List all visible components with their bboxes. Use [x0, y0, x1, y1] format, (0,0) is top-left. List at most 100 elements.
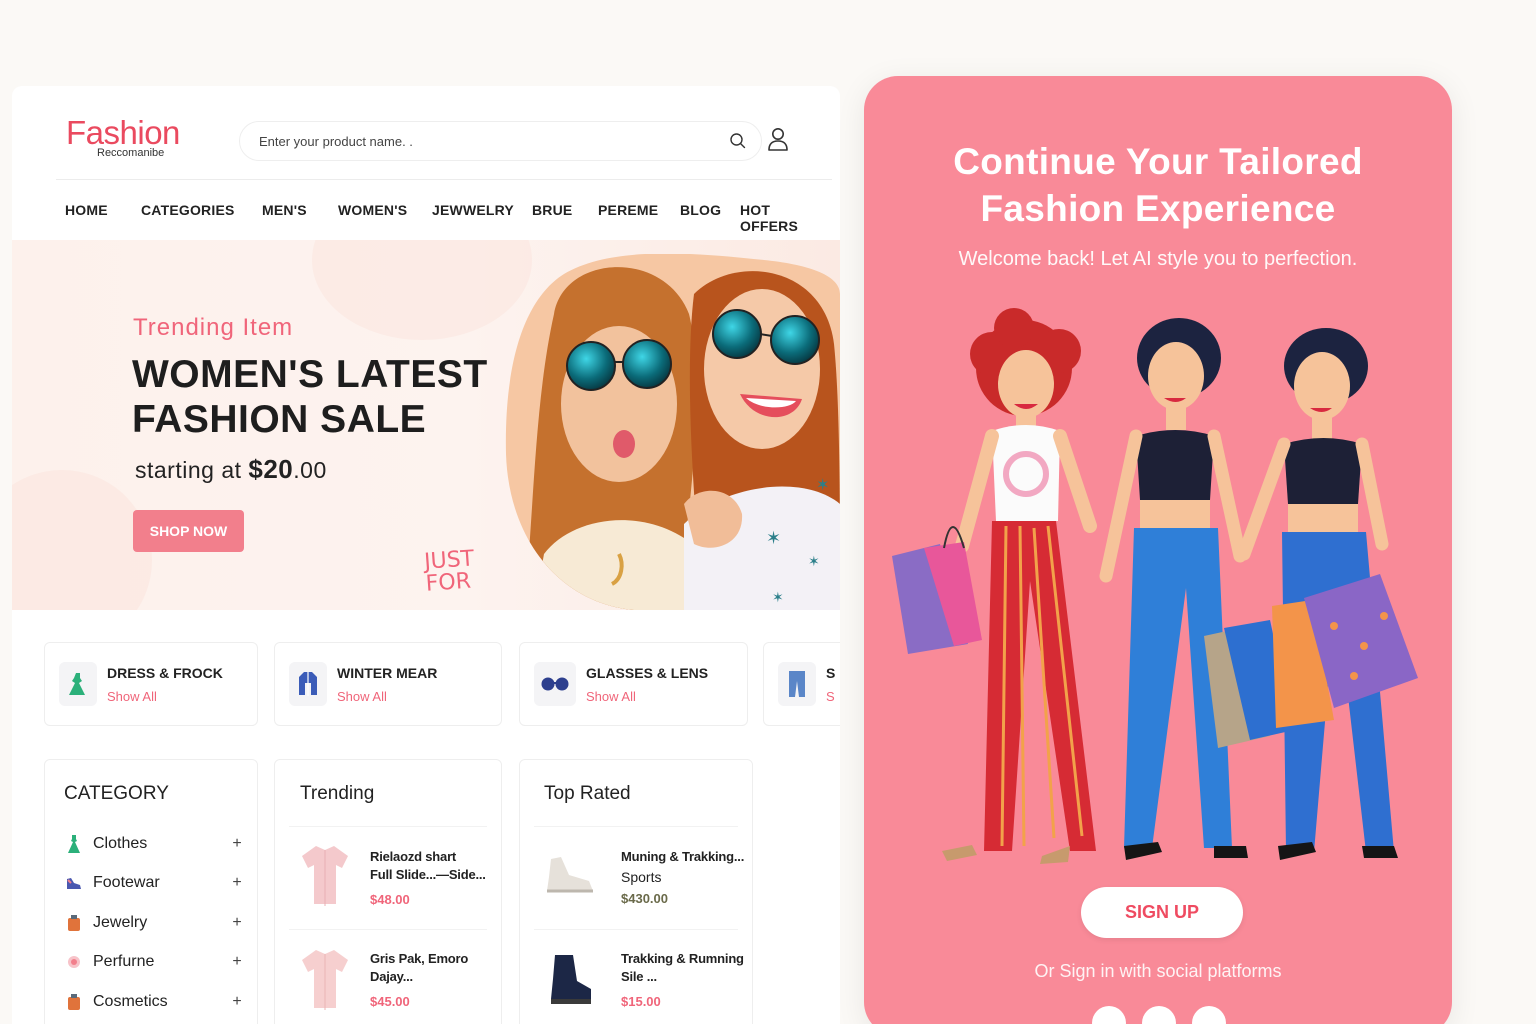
nav-categories[interactable]: CATEGORIES	[141, 202, 262, 234]
category-card-title: S	[826, 664, 836, 681]
nav-blog[interactable]: BLOG	[680, 202, 740, 234]
price-cents: .00	[293, 457, 327, 483]
search-bar	[239, 121, 762, 161]
category-card-winter[interactable]: WINTER MEAR Show All	[274, 642, 502, 726]
nav-brue[interactable]: BRUE	[532, 202, 598, 234]
product-item[interactable]: Trakking & Rumning Sile ... $15.00	[520, 944, 752, 1014]
hero-title: WOMEN'S LATEST FASHION SALE	[132, 352, 488, 442]
category-item-perfume[interactable]: Perfurne +	[64, 943, 244, 983]
category-item-footwear[interactable]: Footewar +	[64, 864, 244, 904]
social-login-button[interactable]	[1092, 1006, 1126, 1024]
nav-hot-offers[interactable]: HOT OFFERS	[740, 202, 828, 234]
product-name-line2: Sile ...	[621, 969, 657, 984]
trending-panel: Trending Rielaozd shart Full Slide...—Si…	[274, 759, 502, 1024]
product-price: $430.00	[621, 891, 668, 906]
shop-window: Fashion Reccomanibe HOME CATEGORIES MEN'…	[12, 86, 840, 1024]
nav-womens[interactable]: WOMEN'S	[338, 202, 432, 234]
category-card-dress[interactable]: DRESS & FROCK Show All	[44, 642, 258, 726]
divider	[534, 929, 738, 930]
expand-plus-icon[interactable]: +	[230, 835, 244, 853]
nav-jewelry[interactable]: JEWWELRY	[432, 202, 532, 234]
signup-title-line1: Continue Your Tailored	[953, 141, 1363, 182]
divider	[289, 929, 487, 930]
product-name-line2: Full Slide...—Side...	[370, 867, 486, 882]
nav-pereme[interactable]: PEREME	[598, 202, 680, 234]
product-name-line1: Gris Pak, Emoro	[370, 951, 469, 966]
nav-home[interactable]: HOME	[65, 202, 141, 234]
product-info: Gris Pak, Emoro Dajay... $45.00	[370, 950, 468, 1009]
trending-title: Trending	[300, 783, 375, 804]
nav-mens[interactable]: MEN'S	[262, 202, 338, 234]
expand-plus-icon[interactable]: +	[230, 993, 244, 1011]
product-name-line2: Dajay...	[370, 969, 413, 984]
category-item-clothes[interactable]: Clothes +	[64, 824, 244, 864]
category-card-text: DRESS & FROCK Show All	[107, 665, 223, 704]
main-nav: HOME CATEGORIES MEN'S WOMEN'S JEWWELRY B…	[65, 202, 828, 234]
product-name-line1: Muning & Trakking...	[621, 849, 745, 864]
product-item[interactable]: Rielaozd shart Full Slide...—Side... $48…	[275, 840, 501, 910]
user-icon[interactable]	[766, 126, 790, 152]
category-item-label: Clothes	[93, 834, 148, 852]
shop-now-button[interactable]: SHOP NOW	[133, 510, 244, 552]
category-card-title: WINTER MEAR	[337, 664, 438, 681]
expand-plus-icon[interactable]: +	[230, 953, 244, 971]
signup-title-line2: Fashion Experience	[980, 188, 1336, 229]
svg-text:✶: ✶	[808, 554, 820, 570]
social-signin-text: Or Sign in with social platforms	[1034, 961, 1282, 981]
product-price: $45.00	[370, 994, 410, 1009]
category-card-title: DRESS & FROCK	[107, 664, 223, 681]
price-main: $20	[248, 454, 294, 484]
category-item-label: Jewelry	[93, 913, 148, 931]
hero-models-image: ✶ ✶ ✶ ✶	[505, 254, 840, 610]
product-item[interactable]: Gris Pak, Emoro Dajay... $45.00	[275, 944, 501, 1014]
divider	[534, 826, 738, 827]
signup-card: Continue Your Tailored Fashion Experienc…	[864, 76, 1452, 1024]
product-item[interactable]: Muning & Trakking... Sports $430.00	[520, 840, 752, 910]
jacket-icon	[289, 662, 327, 706]
cosmetics-icon	[64, 992, 84, 1012]
brand-logo[interactable]: Fashion Reccomanibe	[66, 116, 180, 159]
search-icon[interactable]	[729, 132, 747, 150]
category-card-text: S S	[826, 665, 835, 704]
brand-name: Fashion	[66, 114, 180, 151]
search-input[interactable]	[259, 133, 729, 149]
hero-decoration	[312, 240, 532, 340]
product-info: Rielaozd shart Full Slide...—Side... $48…	[370, 848, 486, 907]
category-card-jeans[interactable]: S S	[763, 642, 840, 726]
category-item-cosmetics[interactable]: Cosmetics +	[64, 982, 244, 1022]
svg-text:✶: ✶	[766, 528, 781, 549]
dress-icon	[59, 662, 97, 706]
show-all-link[interactable]: Show All	[107, 689, 223, 704]
signup-title: Continue Your Tailored Fashion Experienc…	[864, 138, 1452, 232]
dress-icon	[64, 834, 84, 854]
show-all-link[interactable]: Show All	[586, 689, 708, 704]
category-item-jewelry[interactable]: Jewelry +	[64, 903, 244, 943]
category-panel: CATEGORY Clothes + Footewar + Jewelry + …	[44, 759, 258, 1024]
top-rated-panel: Top Rated Muning & Trakking... Sports $4…	[519, 759, 753, 1024]
category-item-label: Cosmetics	[93, 992, 168, 1010]
product-name-line1: Trakking & Rumning	[621, 951, 744, 966]
show-all-link[interactable]: Show All	[337, 689, 437, 704]
expand-plus-icon[interactable]: +	[230, 874, 244, 892]
shirt-image	[293, 944, 357, 1014]
product-info: Muning & Trakking... Sports $430.00	[621, 848, 744, 906]
shoe-icon	[64, 873, 84, 893]
social-login-button[interactable]	[1142, 1006, 1176, 1024]
hero-title-line2: FASHION SALE	[132, 398, 427, 441]
product-price: $15.00	[621, 994, 661, 1009]
sneaker-image	[538, 840, 602, 910]
product-price: $48.00	[370, 892, 410, 907]
hero-doodle: JUST FOR	[423, 546, 477, 596]
svg-text:✶: ✶	[816, 475, 829, 494]
social-login-button[interactable]	[1192, 1006, 1226, 1024]
category-card-glasses[interactable]: GLASSES & LENS Show All	[519, 642, 748, 726]
category-list: Clothes + Footewar + Jewelry + Perfurne …	[64, 824, 244, 1022]
social-buttons	[1092, 1006, 1226, 1024]
expand-plus-icon[interactable]: +	[230, 914, 244, 932]
sign-up-button[interactable]: SIGN UP	[1081, 887, 1243, 938]
show-all-link[interactable]: S	[826, 689, 835, 704]
category-card-text: WINTER MEAR Show All	[337, 665, 437, 704]
hero-price: starting at $20.00	[135, 454, 327, 485]
svg-text:✶: ✶	[772, 590, 784, 606]
hero-title-line1: WOMEN'S LATEST	[132, 353, 488, 396]
